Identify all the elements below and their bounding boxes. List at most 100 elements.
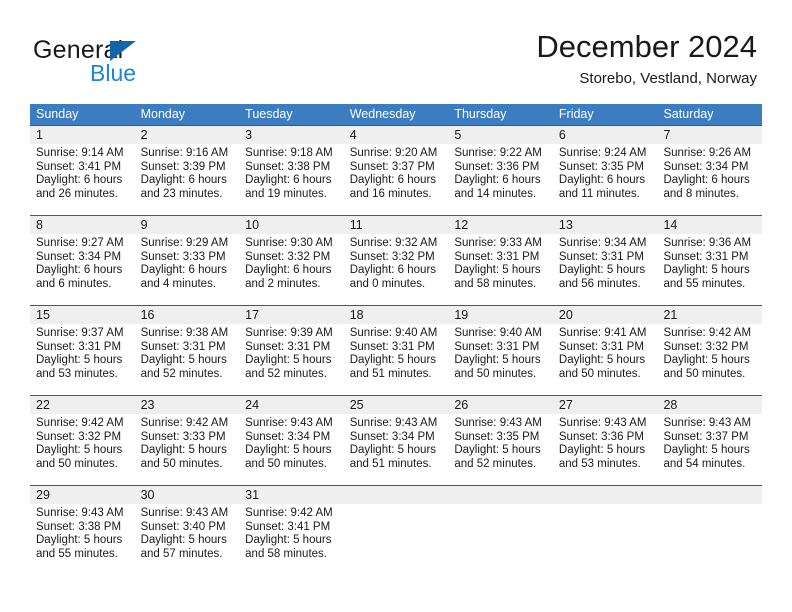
day-number[interactable]: 13 (553, 216, 658, 234)
day-cell[interactable]: Sunrise: 9:32 AM Sunset: 3:32 PM Dayligh… (344, 234, 449, 305)
day-number[interactable]: 21 (657, 306, 762, 324)
day-number[interactable]: 9 (135, 216, 240, 234)
daylight-text-line2: and 19 minutes. (245, 187, 327, 200)
day-number[interactable]: 11 (344, 216, 449, 234)
daylight-text-line2: and 52 minutes. (454, 457, 537, 470)
day-cell[interactable]: Sunrise: 9:26 AM Sunset: 3:34 PM Dayligh… (657, 144, 762, 215)
day-number-empty (657, 486, 762, 504)
day-number[interactable]: 4 (344, 126, 449, 144)
week-date-band: 29 30 31 (30, 486, 762, 504)
day-cell[interactable]: Sunrise: 9:43 AM Sunset: 3:34 PM Dayligh… (344, 414, 449, 485)
sunset-text: Sunset: 3:33 PM (140, 250, 226, 263)
day-cell[interactable]: Sunrise: 9:43 AM Sunset: 3:38 PM Dayligh… (30, 504, 135, 575)
day-number[interactable]: 31 (239, 486, 344, 504)
weekday-thursday: Thursday (454, 107, 507, 121)
daylight-text-line2: and 0 minutes. (349, 277, 426, 290)
daylight-text-line1: Daylight: 5 hours (245, 354, 332, 367)
day-number[interactable]: 3 (239, 126, 344, 144)
sunrise-text: Sunrise: 9:27 AM (36, 237, 124, 249)
sunset-text: Sunset: 3:37 PM (349, 160, 435, 173)
daylight-text-line1: Daylight: 6 hours (349, 264, 437, 277)
weekday-friday: Friday (558, 107, 594, 121)
brand-logo[interactable]: General Blue (33, 36, 213, 88)
sunset-text: Sunset: 3:32 PM (36, 430, 122, 443)
sunset-text: Sunset: 3:31 PM (140, 340, 226, 353)
day-cell[interactable]: Sunrise: 9:42 AM Sunset: 3:32 PM Dayligh… (30, 414, 135, 485)
day-number[interactable]: 2 (135, 126, 240, 144)
sunrise-text: Sunrise: 9:40 AM (454, 327, 542, 339)
daylight-text-line1: Daylight: 5 hours (349, 444, 437, 457)
day-number[interactable]: 1 (30, 126, 135, 144)
day-cell[interactable]: Sunrise: 9:42 AM Sunset: 3:32 PM Dayligh… (657, 324, 762, 395)
day-number[interactable]: 7 (657, 126, 762, 144)
day-cell[interactable]: Sunrise: 9:30 AM Sunset: 3:32 PM Dayligh… (239, 234, 344, 305)
day-number[interactable]: 6 (553, 126, 658, 144)
day-number[interactable]: 30 (135, 486, 240, 504)
day-number[interactable]: 18 (344, 306, 449, 324)
day-number[interactable]: 10 (239, 216, 344, 234)
day-cell[interactable]: Sunrise: 9:16 AM Sunset: 3:39 PM Dayligh… (135, 144, 240, 215)
day-number[interactable]: 8 (30, 216, 135, 234)
daylight-text-line2: and 56 minutes. (558, 277, 641, 290)
day-cell[interactable]: Sunrise: 9:33 AM Sunset: 3:31 PM Dayligh… (448, 234, 553, 305)
day-number[interactable]: 22 (30, 396, 135, 414)
day-cell[interactable]: Sunrise: 9:43 AM Sunset: 3:35 PM Dayligh… (448, 414, 553, 485)
week-row: 29 30 31 Sunrise: 9:43 AM Sunset: 3:38 P… (30, 485, 762, 575)
day-number[interactable]: 19 (448, 306, 553, 324)
daylight-text-line2: and 6 minutes. (36, 277, 112, 290)
day-cell[interactable]: Sunrise: 9:40 AM Sunset: 3:31 PM Dayligh… (448, 324, 553, 395)
daylight-text-line2: and 23 minutes. (140, 187, 223, 200)
day-cell[interactable]: Sunrise: 9:43 AM Sunset: 3:36 PM Dayligh… (553, 414, 658, 485)
sunset-text: Sunset: 3:36 PM (454, 160, 540, 173)
day-number[interactable]: 23 (135, 396, 240, 414)
day-number[interactable]: 12 (448, 216, 553, 234)
calendar-page: General Blue December 2024 Storebo, Vest… (0, 0, 792, 612)
day-cell[interactable]: Sunrise: 9:42 AM Sunset: 3:41 PM Dayligh… (239, 504, 344, 575)
day-cell[interactable]: Sunrise: 9:41 AM Sunset: 3:31 PM Dayligh… (553, 324, 658, 395)
day-number[interactable]: 5 (448, 126, 553, 144)
sunrise-text: Sunrise: 9:30 AM (245, 237, 333, 249)
daylight-text-line2: and 51 minutes. (349, 457, 432, 470)
day-cell[interactable]: Sunrise: 9:27 AM Sunset: 3:34 PM Dayligh… (30, 234, 135, 305)
day-number[interactable]: 24 (239, 396, 344, 414)
day-cell[interactable]: Sunrise: 9:40 AM Sunset: 3:31 PM Dayligh… (344, 324, 449, 395)
day-number[interactable]: 29 (30, 486, 135, 504)
day-cell[interactable]: Sunrise: 9:43 AM Sunset: 3:37 PM Dayligh… (657, 414, 762, 485)
day-cell[interactable]: Sunrise: 9:24 AM Sunset: 3:35 PM Dayligh… (553, 144, 658, 215)
sunset-text: Sunset: 3:31 PM (454, 250, 540, 263)
day-cell[interactable]: Sunrise: 9:22 AM Sunset: 3:36 PM Dayligh… (448, 144, 553, 215)
day-cell[interactable]: Sunrise: 9:20 AM Sunset: 3:37 PM Dayligh… (344, 144, 449, 215)
day-cell[interactable]: Sunrise: 9:43 AM Sunset: 3:40 PM Dayligh… (135, 504, 240, 575)
day-cell[interactable]: Sunrise: 9:37 AM Sunset: 3:31 PM Dayligh… (30, 324, 135, 395)
sunrise-text: Sunrise: 9:36 AM (663, 237, 752, 249)
day-number[interactable]: 26 (448, 396, 553, 414)
sunrise-text: Sunrise: 9:26 AM (663, 147, 752, 159)
day-cell[interactable]: Sunrise: 9:34 AM Sunset: 3:31 PM Dayligh… (553, 234, 658, 305)
day-number[interactable]: 15 (30, 306, 135, 324)
day-number[interactable]: 25 (344, 396, 449, 414)
day-cell[interactable]: Sunrise: 9:42 AM Sunset: 3:33 PM Dayligh… (135, 414, 240, 485)
daylight-text-line1: Daylight: 6 hours (140, 264, 227, 277)
page-header: General Blue December 2024 Storebo, Vest… (0, 0, 792, 104)
day-number[interactable]: 14 (657, 216, 762, 234)
day-cell[interactable]: Sunrise: 9:36 AM Sunset: 3:31 PM Dayligh… (657, 234, 762, 305)
day-cell[interactable]: Sunrise: 9:43 AM Sunset: 3:34 PM Dayligh… (239, 414, 344, 485)
day-cell[interactable]: Sunrise: 9:14 AM Sunset: 3:41 PM Dayligh… (30, 144, 135, 215)
day-number[interactable]: 17 (239, 306, 344, 324)
day-number[interactable]: 27 (553, 396, 658, 414)
day-cell[interactable]: Sunrise: 9:18 AM Sunset: 3:38 PM Dayligh… (239, 144, 344, 215)
daylight-text-line1: Daylight: 6 hours (36, 264, 123, 277)
sunset-text: Sunset: 3:36 PM (558, 430, 644, 443)
day-cell[interactable]: Sunrise: 9:38 AM Sunset: 3:31 PM Dayligh… (135, 324, 240, 395)
day-number[interactable]: 20 (553, 306, 658, 324)
week-row: 1 2 3 4 5 6 7 Sunrise: 9:14 AM Sunset: 3… (30, 125, 762, 215)
day-number-empty (344, 486, 449, 504)
sunset-text: Sunset: 3:34 PM (36, 250, 122, 263)
day-cell[interactable]: Sunrise: 9:29 AM Sunset: 3:33 PM Dayligh… (135, 234, 240, 305)
sunset-text: Sunset: 3:41 PM (36, 160, 122, 173)
day-cell[interactable]: Sunrise: 9:39 AM Sunset: 3:31 PM Dayligh… (239, 324, 344, 395)
day-number[interactable]: 16 (135, 306, 240, 324)
daylight-text-line1: Daylight: 5 hours (663, 354, 750, 367)
sunrise-text: Sunrise: 9:22 AM (454, 147, 542, 159)
day-number[interactable]: 28 (657, 396, 762, 414)
